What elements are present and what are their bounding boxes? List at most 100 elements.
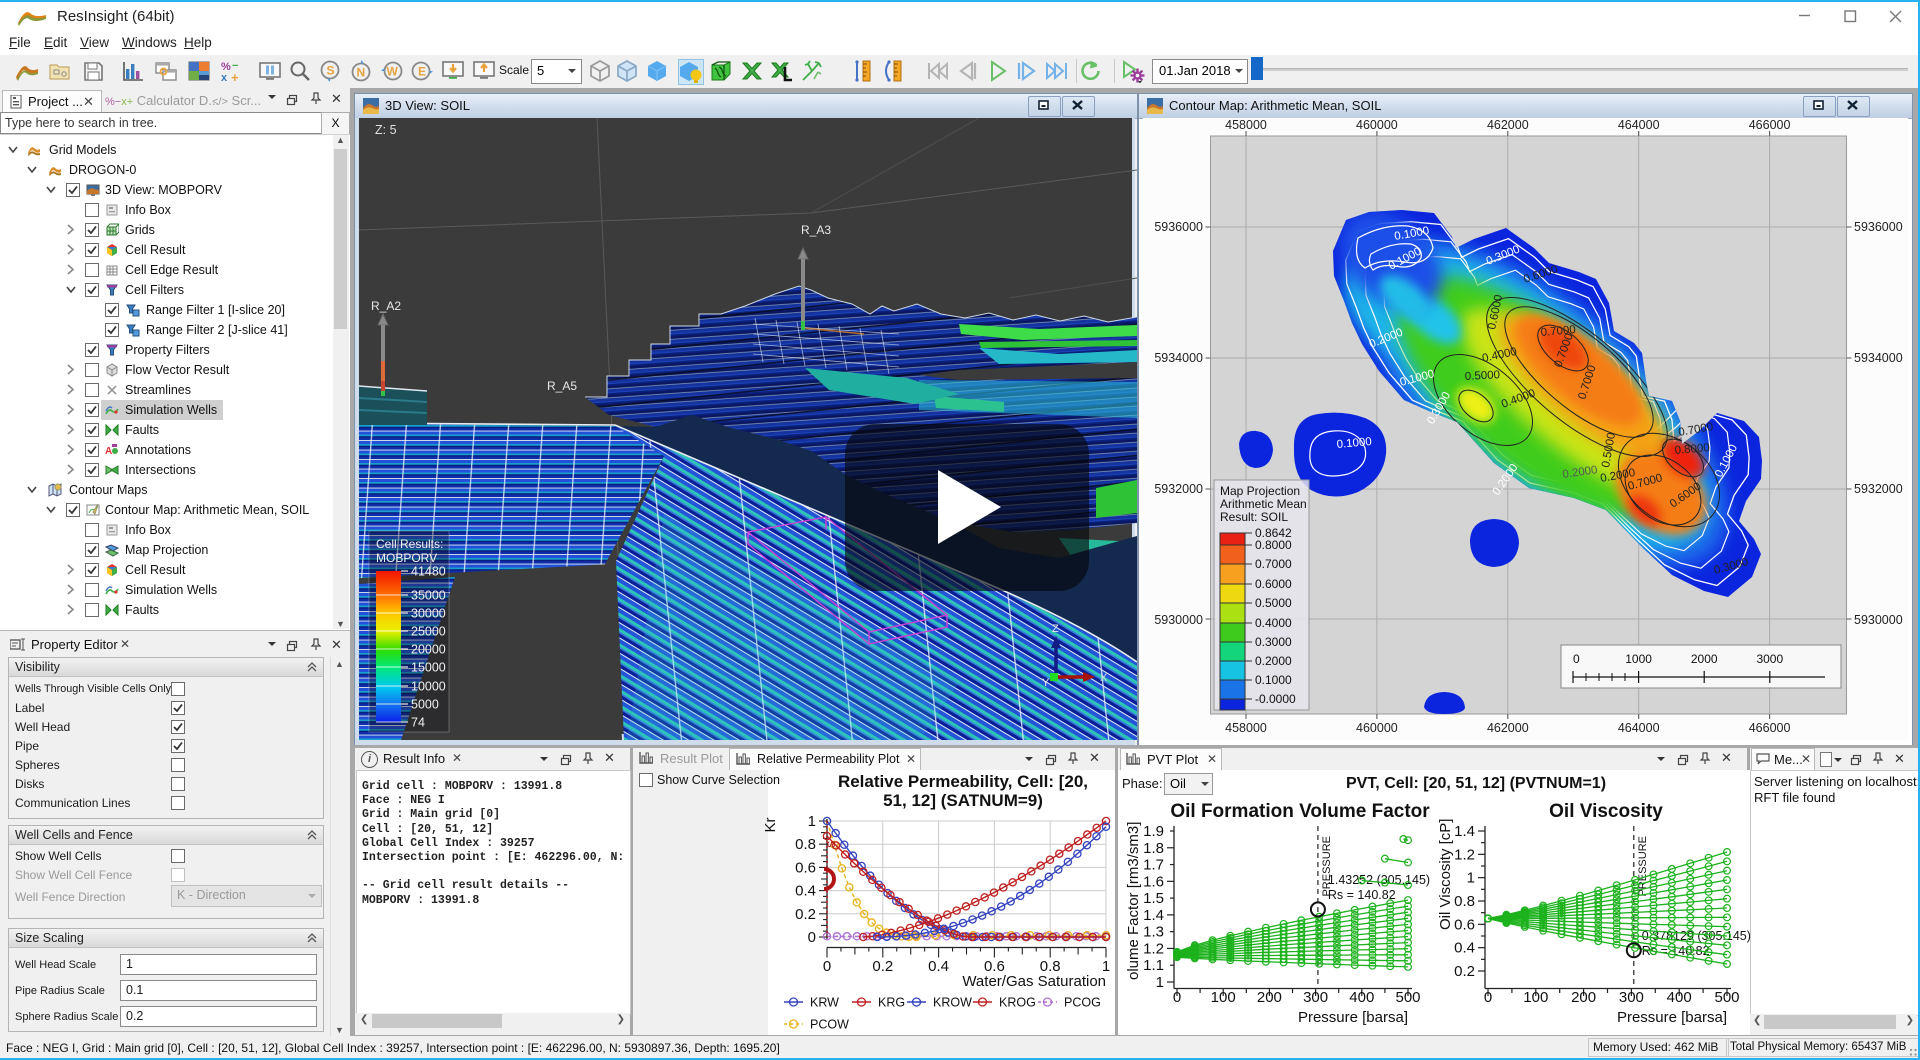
- svg-text:466000: 466000: [1749, 118, 1791, 132]
- svg-text:olume Factor [rm3/sm3]: olume Factor [rm3/sm3]: [1125, 822, 1142, 980]
- svg-text:400: 400: [1349, 989, 1374, 1006]
- svg-text:1.9: 1.9: [1143, 823, 1164, 840]
- svg-text:Oil Formation Volume Factor: Oil Formation Volume Factor: [1170, 801, 1430, 822]
- svg-text:0.3000: 0.3000: [1255, 635, 1292, 649]
- svg-text:PRESSURE: PRESSURE: [1637, 836, 1649, 897]
- svg-text:Pressure [barsa]: Pressure [barsa]: [1617, 1009, 1727, 1026]
- svg-text:KROW: KROW: [933, 996, 972, 1010]
- svg-text:3000: 3000: [1756, 652, 1783, 666]
- svg-text:x: x: [221, 72, 228, 83]
- svg-text:+: +: [231, 70, 239, 83]
- svg-text:1.43252 (305.145): 1.43252 (305.145): [1328, 873, 1430, 887]
- svg-text:X: X: [1100, 672, 1108, 684]
- svg-text:0.8000: 0.8000: [1255, 538, 1292, 552]
- svg-text:35000: 35000: [411, 589, 446, 603]
- svg-text:5936000: 5936000: [1154, 220, 1203, 234]
- svg-text:R_A3: R_A3: [801, 223, 831, 237]
- svg-text:S: S: [826, 841, 838, 848]
- svg-text:0: 0: [1484, 989, 1492, 1006]
- svg-text:400: 400: [1667, 989, 1692, 1006]
- svg-text:1.3: 1.3: [1143, 924, 1164, 941]
- svg-text:Oil Viscosity [cP]: Oil Viscosity [cP]: [1437, 819, 1454, 930]
- svg-text:MOBPORV: MOBPORV: [376, 551, 437, 565]
- svg-text:PCOW: PCOW: [810, 1018, 849, 1032]
- svg-text:2000: 2000: [1691, 652, 1718, 666]
- svg-text:466000: 466000: [1749, 721, 1791, 735]
- svg-text:Z: Z: [1052, 623, 1059, 635]
- svg-text:0: 0: [1173, 989, 1181, 1006]
- svg-text:1.7: 1.7: [1143, 857, 1164, 874]
- svg-text:500: 500: [1714, 989, 1739, 1006]
- svg-text:1.8: 1.8: [1143, 840, 1164, 857]
- svg-text:Result: SOIL: Result: SOIL: [1220, 510, 1288, 524]
- svg-text:5934000: 5934000: [1154, 351, 1203, 365]
- svg-text:5000: 5000: [411, 698, 439, 712]
- svg-text:5930000: 5930000: [1154, 613, 1203, 627]
- svg-text:462000: 462000: [1487, 118, 1529, 132]
- svg-text:0.2: 0.2: [872, 958, 893, 975]
- svg-text:0: 0: [1573, 652, 1580, 666]
- svg-text:0.1000: 0.1000: [1255, 673, 1292, 687]
- svg-text:458000: 458000: [1225, 118, 1267, 132]
- svg-text:Y: Y: [1042, 677, 1050, 689]
- svg-text:15000: 15000: [411, 661, 446, 675]
- svg-text:41480: 41480: [411, 565, 446, 579]
- svg-text:PCOG: PCOG: [1064, 996, 1101, 1010]
- svg-text:Kr: Kr: [762, 817, 779, 832]
- svg-text:0.5000: 0.5000: [1465, 369, 1501, 383]
- svg-text:30000: 30000: [411, 607, 446, 621]
- svg-text:500: 500: [1395, 989, 1420, 1006]
- svg-text:W: W: [387, 65, 399, 79]
- svg-text:1000: 1000: [1625, 652, 1652, 666]
- svg-text:25000: 25000: [411, 625, 446, 639]
- svg-text:10000: 10000: [411, 680, 446, 694]
- svg-text:51, 12] (SATNUM=9): 51, 12] (SATNUM=9): [883, 791, 1043, 810]
- svg-text:-0.0000: -0.0000: [1255, 692, 1296, 706]
- svg-text:Z: 5: Z: 5: [375, 123, 397, 137]
- svg-text:0.6: 0.6: [795, 859, 816, 876]
- svg-text:0: 0: [823, 958, 831, 975]
- svg-text:462000: 462000: [1487, 721, 1529, 735]
- svg-text:1: 1: [808, 813, 816, 830]
- svg-text:0.4: 0.4: [928, 958, 949, 975]
- svg-text:1.4: 1.4: [1454, 823, 1475, 840]
- svg-text:0.6: 0.6: [1454, 916, 1475, 933]
- svg-text:100: 100: [1211, 989, 1236, 1006]
- svg-text:20000: 20000: [411, 643, 446, 657]
- svg-text:0.5000: 0.5000: [1255, 596, 1292, 610]
- svg-text:Map Projection: Map Projection: [1220, 484, 1300, 498]
- svg-text:0: 0: [808, 929, 816, 946]
- svg-text:1.6: 1.6: [1143, 873, 1164, 890]
- svg-text:R_A2: R_A2: [371, 299, 401, 313]
- svg-text:460000: 460000: [1356, 721, 1398, 735]
- svg-text:Rs = 140.82: Rs = 140.82: [1328, 888, 1396, 902]
- svg-text:5930000: 5930000: [1854, 613, 1903, 627]
- svg-text:PVT, Cell: [20, 51, 12] (PVTNU: PVT, Cell: [20, 51, 12] (PVTNUM=1): [1346, 775, 1606, 792]
- svg-text:0.6000: 0.6000: [1255, 577, 1292, 591]
- svg-text:0.2000: 0.2000: [1255, 654, 1292, 668]
- svg-text:0.2: 0.2: [1454, 963, 1475, 980]
- svg-text:Cell Results:: Cell Results:: [376, 537, 443, 551]
- svg-text:Pressure [barsa]: Pressure [barsa]: [1298, 1009, 1408, 1026]
- svg-text:E: E: [418, 65, 426, 79]
- svg-text:1.2: 1.2: [1143, 940, 1164, 957]
- svg-text:Relative Permeability, Cell: [: Relative Permeability, Cell: [20,: [838, 772, 1088, 791]
- svg-text:200: 200: [1257, 989, 1282, 1006]
- svg-text:KRG: KRG: [878, 996, 905, 1010]
- svg-text:0.4000: 0.4000: [1255, 616, 1292, 630]
- svg-text:S: S: [327, 64, 335, 78]
- svg-text:1: 1: [1467, 870, 1475, 887]
- svg-text:R_A5: R_A5: [547, 379, 577, 393]
- svg-text:Oil Viscosity: Oil Viscosity: [1549, 801, 1663, 822]
- svg-text:1: 1: [1156, 974, 1164, 991]
- svg-text:100: 100: [1523, 989, 1548, 1006]
- svg-text:1.5: 1.5: [1143, 890, 1164, 907]
- svg-text:Water/Gas Saturation: Water/Gas Saturation: [962, 973, 1106, 990]
- svg-text:74: 74: [411, 716, 425, 730]
- svg-text:300: 300: [1303, 989, 1328, 1006]
- svg-text:5934000: 5934000: [1854, 351, 1903, 365]
- svg-text:N: N: [357, 66, 366, 80]
- svg-text:0.4: 0.4: [795, 883, 816, 900]
- svg-text:464000: 464000: [1618, 721, 1660, 735]
- svg-text:0.4: 0.4: [1454, 940, 1475, 957]
